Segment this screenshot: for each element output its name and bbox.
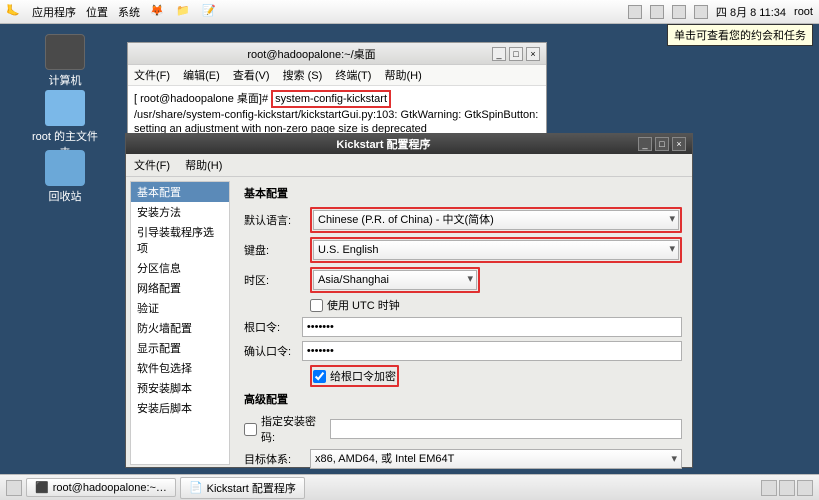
user-menu[interactable]: root — [794, 6, 813, 18]
volume-icon[interactable] — [650, 5, 664, 19]
term-menu-view[interactable]: 查看(V) — [233, 70, 270, 82]
maximize-button[interactable]: □ — [509, 47, 523, 61]
input-confirm[interactable] — [302, 341, 682, 361]
bluetooth-icon[interactable] — [672, 5, 686, 19]
close-button[interactable]: × — [526, 47, 540, 61]
sidebar-item-auth[interactable]: 验证 — [131, 298, 229, 318]
command-highlight: system-config-kickstart — [271, 90, 391, 108]
sidebar-item-display[interactable]: 显示配置 — [131, 338, 229, 358]
label-confirm: 确认口令: — [244, 343, 296, 359]
label-kbd: 键盘: — [244, 242, 304, 258]
desktop-trash[interactable]: 回收站 — [30, 150, 100, 204]
menu-apps[interactable]: 应用程序 — [32, 4, 76, 20]
select-arch[interactable]: x86, AMD64, 或 Intel EM64T — [310, 449, 682, 469]
desktop-computer[interactable]: 计算机 — [30, 34, 100, 88]
kickstart-menubar: 文件(F) 帮助(H) — [126, 154, 692, 177]
sidebar-item-postscript[interactable]: 安装后脚本 — [131, 398, 229, 418]
show-desktop-button[interactable] — [6, 480, 22, 496]
kick-menu-help[interactable]: 帮助(H) — [185, 160, 222, 172]
sidebar-item-firewall[interactable]: 防火墙配置 — [131, 318, 229, 338]
menu-system[interactable]: 系统 — [118, 4, 140, 20]
section-basic: 基本配置 — [244, 185, 682, 201]
term-menu-terminal[interactable]: 终端(T) — [335, 70, 371, 82]
update-icon[interactable] — [628, 5, 642, 19]
kickstart-titlebar[interactable]: Kickstart 配置程序 _ □ × — [126, 134, 692, 154]
clock-tooltip: 单击可查看您的约会和任务 — [667, 24, 813, 46]
check-utc[interactable] — [310, 299, 323, 312]
sidebar-item-packages[interactable]: 软件包选择 — [131, 358, 229, 378]
gnome-foot-icon: 🦶 — [6, 4, 22, 20]
close-button[interactable]: × — [672, 137, 686, 151]
kick-menu-file[interactable]: 文件(F) — [134, 160, 170, 172]
term-menu-file[interactable]: 文件(F) — [134, 70, 170, 82]
kickstart-sidebar: 基本配置 安装方法 引导装载程序选项 分区信息 网络配置 验证 防火墙配置 显示… — [130, 181, 230, 465]
terminal-titlebar[interactable]: root@hadoopalone:~/桌面 _ □ × — [128, 43, 546, 65]
sidebar-item-install[interactable]: 安装方法 — [131, 202, 229, 222]
sidebar-item-basic[interactable]: 基本配置 — [131, 182, 229, 202]
select-lang[interactable]: Chinese (P.R. of China) - 中文(简体) — [313, 210, 679, 230]
menu-places[interactable]: 位置 — [86, 4, 108, 20]
term-menu-search[interactable]: 搜索 (S) — [283, 70, 323, 82]
select-kbd[interactable]: U.S. English — [313, 240, 679, 260]
input-rootpw[interactable] — [302, 317, 682, 337]
kickstart-window: Kickstart 配置程序 _ □ × 文件(F) 帮助(H) 基本配置 安装… — [125, 133, 693, 468]
task-kickstart[interactable]: 📄Kickstart 配置程序 — [180, 477, 305, 499]
workspace-2[interactable] — [779, 480, 795, 496]
terminal-title: root@hadoopalone:~/桌面 — [134, 46, 489, 62]
minimize-button[interactable]: _ — [492, 47, 506, 61]
label-lang: 默认语言: — [244, 212, 304, 228]
input-instpw[interactable] — [330, 419, 682, 439]
sidebar-item-prescript[interactable]: 预安装脚本 — [131, 378, 229, 398]
firefox-icon[interactable]: 🦊 — [150, 4, 166, 20]
bottom-panel: ⬛root@hadoopalone:~… 📄Kickstart 配置程序 — [0, 474, 819, 500]
sidebar-item-partition[interactable]: 分区信息 — [131, 258, 229, 278]
kickstart-main: 基本配置 默认语言: Chinese (P.R. of China) - 中文(… — [234, 177, 692, 469]
select-tz[interactable]: Asia/Shanghai — [313, 270, 477, 290]
sidebar-item-bootloader[interactable]: 引导装载程序选项 — [131, 222, 229, 258]
file-manager-icon[interactable]: 📁 — [176, 4, 192, 20]
kickstart-title: Kickstart 配置程序 — [132, 136, 635, 152]
minimize-button[interactable]: _ — [638, 137, 652, 151]
clock[interactable]: 四 8月 8 11:34 — [716, 4, 786, 20]
maximize-button[interactable]: □ — [655, 137, 669, 151]
term-menu-edit[interactable]: 编辑(E) — [183, 70, 220, 82]
network-icon[interactable] — [694, 5, 708, 19]
label-rootpw: 根口令: — [244, 319, 296, 335]
check-instpw[interactable] — [244, 423, 257, 436]
check-encrypt[interactable] — [313, 370, 326, 383]
label-arch: 目标体系: — [244, 451, 304, 467]
trash-applet[interactable] — [797, 480, 813, 496]
notes-icon[interactable]: 📝 — [202, 4, 218, 20]
term-menu-help[interactable]: 帮助(H) — [384, 70, 421, 82]
label-tz: 时区: — [244, 272, 304, 288]
terminal-menubar: 文件(F) 编辑(E) 查看(V) 搜索 (S) 终端(T) 帮助(H) — [128, 65, 546, 86]
section-advanced: 高级配置 — [244, 391, 682, 407]
task-terminal[interactable]: ⬛root@hadoopalone:~… — [26, 478, 176, 497]
top-panel: 🦶 应用程序 位置 系统 🦊 📁 📝 四 8月 8 11:34 root — [0, 0, 819, 24]
sidebar-item-network[interactable]: 网络配置 — [131, 278, 229, 298]
workspace-1[interactable] — [761, 480, 777, 496]
